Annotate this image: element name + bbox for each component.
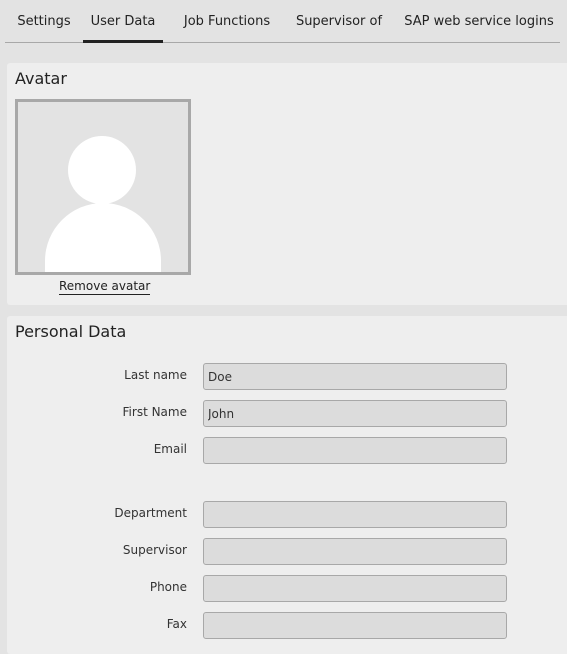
- form-row-phone: Phone: [7, 575, 527, 602]
- personal-data-title: Personal Data: [15, 322, 127, 341]
- phone-label: Phone: [149, 580, 187, 594]
- avatar-image: [15, 99, 191, 275]
- last-name-label: Last name: [124, 368, 187, 382]
- tab-settings[interactable]: Settings: [13, 0, 75, 42]
- last-name-field[interactable]: [203, 363, 507, 390]
- form-row-supervisor: Supervisor: [7, 538, 527, 565]
- fax-field[interactable]: [203, 612, 507, 639]
- personal-data-panel: Personal Data Last name First Name Email…: [7, 316, 567, 654]
- tab-job-functions[interactable]: Job Functions: [177, 0, 277, 42]
- avatar-head-shape: [68, 136, 136, 204]
- avatar-body-shape: [45, 203, 161, 272]
- tab-user-data[interactable]: User Data: [83, 0, 163, 43]
- form-row-email: Email: [7, 437, 527, 464]
- form-row-fax: Fax: [7, 612, 527, 639]
- avatar-section-title: Avatar: [15, 69, 67, 88]
- tab-bar: Settings User Data Job Functions Supervi…: [5, 0, 560, 43]
- email-field[interactable]: [203, 437, 507, 464]
- first-name-field[interactable]: [203, 400, 507, 427]
- department-label: Department: [114, 506, 187, 520]
- form-row-first-name: First Name: [7, 400, 527, 427]
- supervisor-field[interactable]: [203, 538, 507, 565]
- fax-label: Fax: [166, 617, 187, 631]
- tab-sap-web-service-logins[interactable]: SAP web service logins: [402, 0, 556, 42]
- form-row-last-name: Last name: [7, 363, 527, 390]
- department-field[interactable]: [203, 501, 507, 528]
- tab-supervisor-of[interactable]: Supervisor of: [290, 0, 388, 42]
- remove-avatar-link[interactable]: Remove avatar: [59, 279, 151, 295]
- phone-field[interactable]: [203, 575, 507, 602]
- supervisor-label: Supervisor: [122, 543, 187, 557]
- form-row-department: Department: [7, 501, 527, 528]
- avatar-panel: Avatar Remove avatar: [7, 63, 567, 305]
- email-label: Email: [153, 442, 187, 456]
- first-name-label: First Name: [122, 405, 187, 419]
